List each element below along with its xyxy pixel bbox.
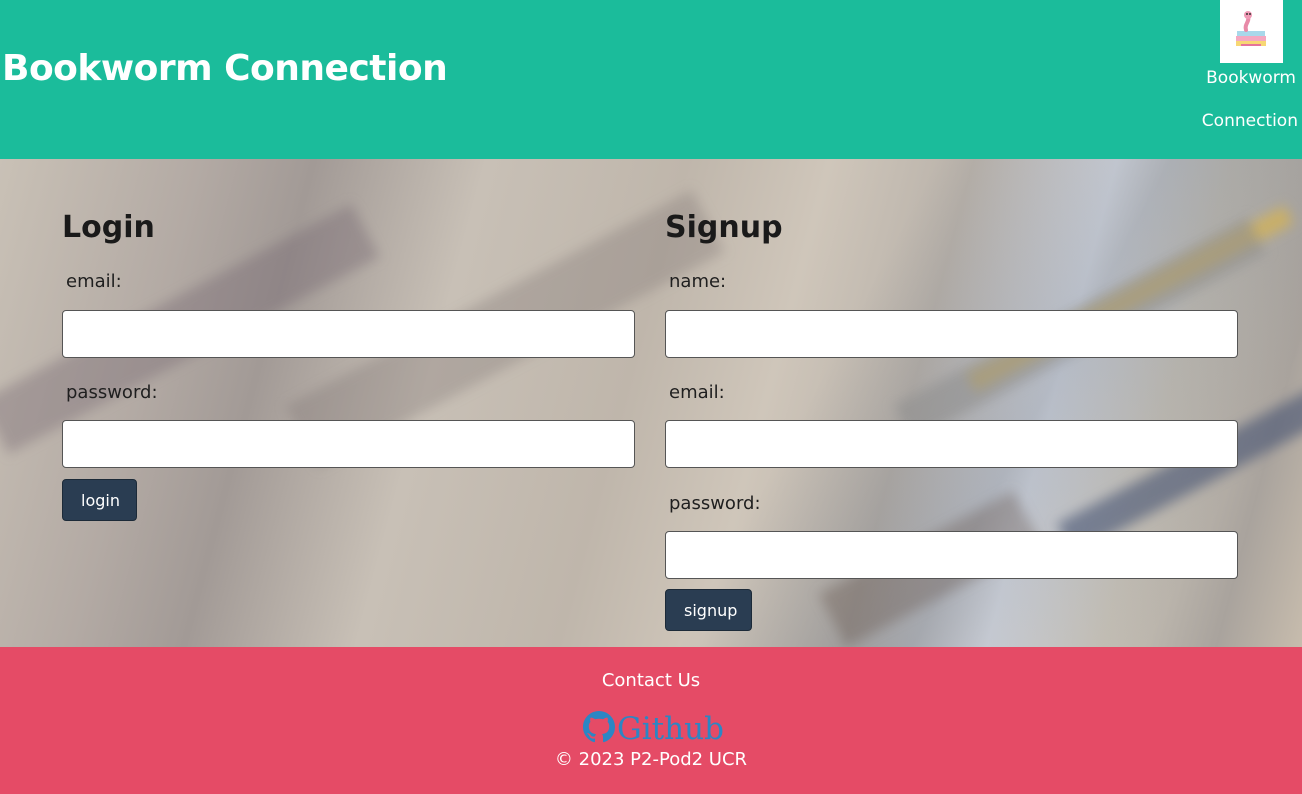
github-icon bbox=[583, 711, 615, 747]
nav-brand-line2: Connection bbox=[1201, 111, 1298, 131]
site-footer: Contact Us Github © 2023 P2-Pod2 UCR bbox=[0, 647, 1302, 794]
login-password-label: password: bbox=[66, 382, 158, 403]
login-email-input[interactable] bbox=[62, 310, 635, 358]
signup-title: Signup bbox=[665, 210, 783, 245]
login-button[interactable]: login bbox=[62, 479, 137, 521]
main-content: Login email: password: login Signup name… bbox=[0, 159, 1302, 647]
contact-us-link[interactable]: Contact Us bbox=[0, 670, 1302, 691]
site-header: Bookworm Connection Bookworm Connection bbox=[0, 0, 1302, 159]
signup-name-label: name: bbox=[669, 271, 727, 292]
bookworm-logo-icon bbox=[1220, 0, 1283, 63]
signup-button[interactable]: signup bbox=[665, 589, 752, 631]
signup-password-label: password: bbox=[669, 493, 761, 514]
github-link[interactable]: Github bbox=[583, 711, 724, 747]
page-title: Bookworm Connection bbox=[2, 48, 448, 89]
github-label: Github bbox=[617, 711, 724, 747]
nav-brand-link[interactable]: Bookworm Connection bbox=[1202, 0, 1298, 159]
signup-email-input[interactable] bbox=[665, 420, 1238, 468]
background-stripe bbox=[1056, 383, 1302, 555]
nav-brand-line1: Bookworm bbox=[1206, 68, 1296, 88]
login-email-label: email: bbox=[66, 271, 122, 292]
copyright-text: © 2023 P2-Pod2 UCR bbox=[554, 749, 748, 770]
signup-email-label: email: bbox=[669, 382, 725, 403]
login-password-input[interactable] bbox=[62, 420, 635, 468]
login-title: Login bbox=[62, 210, 155, 245]
signup-password-input[interactable] bbox=[665, 531, 1238, 579]
signup-name-input[interactable] bbox=[665, 310, 1238, 358]
